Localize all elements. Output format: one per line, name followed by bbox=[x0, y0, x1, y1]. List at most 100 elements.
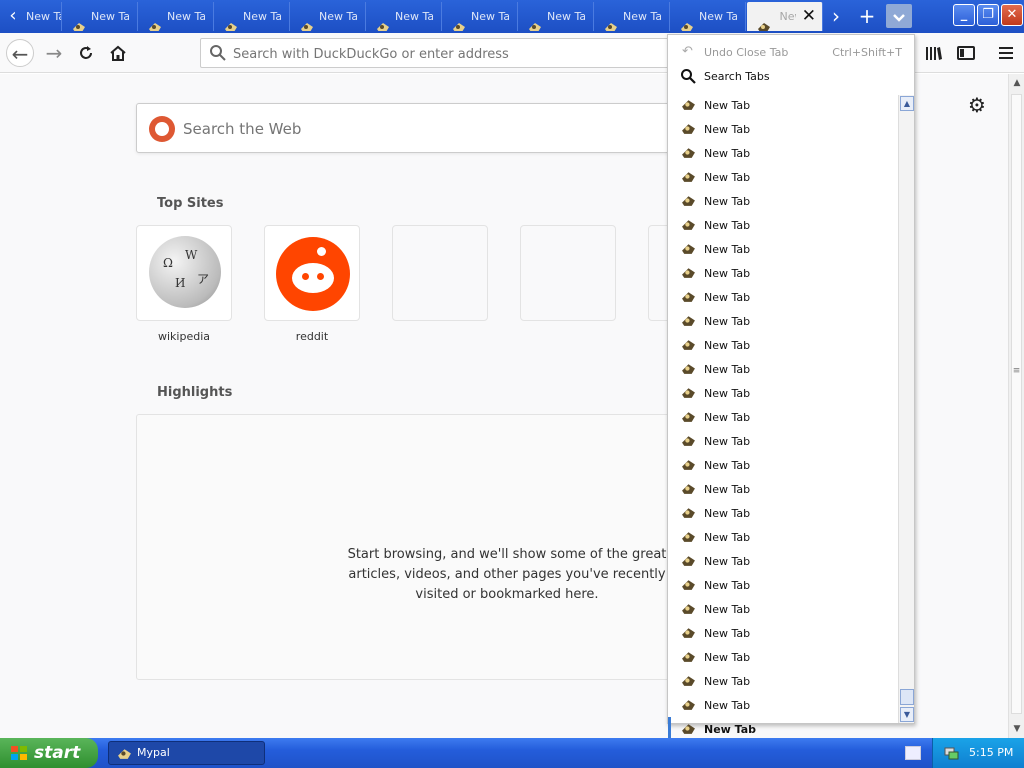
tab-list-item-label: New Tab bbox=[704, 507, 751, 520]
close-tab-icon[interactable]: ✕ bbox=[802, 2, 816, 31]
undo-close-tab-item[interactable]: ↶ Undo Close Tab Ctrl+Shift+T bbox=[668, 41, 914, 65]
tab-list-item[interactable]: New Tab bbox=[668, 693, 898, 717]
taskbar-item-label: Mypal bbox=[137, 746, 170, 759]
scroll-down-arrow-icon[interactable]: ▼ bbox=[900, 707, 914, 722]
tab-list-item[interactable]: New Tab bbox=[668, 525, 898, 549]
all-tabs-button[interactable] bbox=[886, 4, 912, 28]
tab-list-item[interactable]: New Tab bbox=[668, 141, 898, 165]
scroll-up-arrow-icon[interactable]: ▲ bbox=[1010, 76, 1024, 90]
tab-list-item[interactable]: New Tab bbox=[668, 165, 898, 189]
mypal-favicon-icon bbox=[682, 244, 695, 254]
tab-list-item[interactable]: New Tab bbox=[668, 237, 898, 261]
scroll-up-arrow-icon[interactable]: ▲ bbox=[900, 96, 914, 111]
address-input[interactable] bbox=[233, 44, 673, 64]
taskbar-item-mypal[interactable]: Mypal bbox=[108, 741, 265, 765]
tab[interactable]: New Tab bbox=[366, 2, 442, 31]
tab[interactable]: New Tab bbox=[214, 2, 290, 31]
tab[interactable]: New Tab bbox=[62, 2, 138, 31]
mypal-favicon-icon bbox=[682, 364, 695, 374]
network-icon[interactable] bbox=[943, 745, 959, 761]
active-tab[interactable]: New Tab ✕ bbox=[747, 2, 823, 31]
highlights-empty-message: Start browsing, and we'll show some of t… bbox=[347, 547, 667, 602]
tab-label: New Tab bbox=[243, 10, 281, 23]
page-scrollbar[interactable]: ▲ ≡ ▼ bbox=[1008, 74, 1024, 738]
mypal-favicon-icon bbox=[377, 23, 389, 31]
scroll-down-arrow-icon[interactable]: ▼ bbox=[1010, 722, 1024, 736]
tab-list-item[interactable]: New Tab bbox=[668, 573, 898, 597]
tab-list-item[interactable]: New Tab bbox=[668, 501, 898, 525]
tab[interactable]: New Tab bbox=[138, 2, 214, 31]
menu-button[interactable] bbox=[992, 39, 1020, 67]
gear-icon[interactable]: ⚙ bbox=[966, 94, 988, 116]
tab-list-item-label: New Tab bbox=[704, 531, 751, 544]
library-button[interactable] bbox=[920, 39, 948, 67]
tab-list-item[interactable]: New Tab bbox=[668, 117, 898, 141]
tab[interactable]: New Tab bbox=[0, 2, 62, 31]
mypal-favicon-icon bbox=[682, 220, 695, 230]
tab-list-item[interactable]: New Tab bbox=[668, 213, 898, 237]
tab-list-item[interactable]: New Tab bbox=[668, 645, 898, 669]
top-site-wikipedia[interactable]: ΩWИア bbox=[136, 225, 232, 321]
scrollbar-thumb[interactable] bbox=[900, 689, 914, 705]
sidebar-button[interactable] bbox=[952, 39, 980, 67]
back-button[interactable]: ← bbox=[6, 39, 34, 67]
top-site-reddit[interactable] bbox=[264, 225, 360, 321]
tab-list-item[interactable]: New Tab bbox=[668, 669, 898, 693]
tab-list-item-label: New Tab bbox=[704, 315, 751, 328]
mypal-favicon-icon bbox=[682, 292, 695, 302]
tab[interactable]: New Tab bbox=[442, 2, 518, 31]
tab[interactable]: New Tab bbox=[290, 2, 366, 31]
tab-list-item[interactable]: New Tab bbox=[668, 261, 898, 285]
tab-list-item-label: New Tab bbox=[704, 675, 751, 688]
tab-list-item[interactable]: New Tab bbox=[668, 621, 898, 645]
start-button[interactable]: start bbox=[0, 738, 98, 768]
tab-list-item[interactable]: New Tab bbox=[668, 357, 898, 381]
chevron-right-icon[interactable]: › bbox=[826, 4, 846, 28]
menu-scrollbar[interactable]: ▲ ▼ bbox=[898, 95, 914, 723]
undo-close-tab-label: Undo Close Tab bbox=[704, 46, 789, 59]
tab[interactable]: New Tab bbox=[594, 2, 670, 31]
tab[interactable]: New Tab bbox=[518, 2, 594, 31]
tab-list-item[interactable]: New Tab bbox=[668, 309, 898, 333]
window-close-button[interactable]: ✕ bbox=[1001, 4, 1023, 26]
address-bar[interactable] bbox=[200, 38, 680, 68]
clock[interactable]: 5:15 PM bbox=[969, 746, 1013, 759]
tab-list-item[interactable]: New Tab bbox=[668, 429, 898, 453]
all-tabs-menu: ↶ Undo Close Tab Ctrl+Shift+T Search Tab… bbox=[667, 34, 915, 741]
tab-list-item[interactable]: New Tab bbox=[668, 333, 898, 357]
scrollbar-thumb[interactable] bbox=[1011, 94, 1022, 714]
start-label: start bbox=[34, 743, 81, 763]
tab-list-item-label: New Tab bbox=[704, 603, 751, 616]
tab-label: New Tab bbox=[26, 10, 61, 23]
forward-button[interactable]: → bbox=[40, 39, 68, 67]
hamburger-menu-icon bbox=[999, 47, 1013, 59]
web-search-input[interactable] bbox=[183, 119, 663, 139]
home-button[interactable] bbox=[104, 39, 132, 67]
tab-list-item[interactable]: New Tab bbox=[668, 549, 898, 573]
tab-list-item[interactable]: New Tab bbox=[668, 381, 898, 405]
scrollbar-grip-icon: ≡ bbox=[1012, 366, 1021, 376]
tab-list-item[interactable]: New Tab bbox=[668, 93, 898, 117]
tab-list-item[interactable]: New Tab bbox=[668, 477, 898, 501]
search-tabs-item[interactable]: Search Tabs bbox=[668, 65, 914, 89]
reload-button[interactable] bbox=[72, 39, 100, 67]
highlights-title: Highlights bbox=[157, 385, 233, 400]
tab[interactable]: New Tab bbox=[670, 2, 746, 31]
minimize-button[interactable]: _ bbox=[953, 4, 975, 26]
mypal-favicon-icon bbox=[682, 580, 695, 590]
web-search-box[interactable] bbox=[136, 103, 696, 153]
screen: ‹ New Tab New TabNew TabNew TabNew TabNe… bbox=[0, 0, 1024, 768]
restore-button[interactable]: ❐ bbox=[977, 4, 999, 26]
tab-list-item[interactable]: New Tab bbox=[668, 453, 898, 477]
tab-list-item[interactable]: New Tab bbox=[668, 189, 898, 213]
tab-label: New Tab bbox=[471, 10, 509, 23]
tab-list-item[interactable]: New Tab bbox=[668, 405, 898, 429]
tab-list-item[interactable]: New Tab bbox=[668, 597, 898, 621]
keyboard-icon[interactable] bbox=[905, 746, 921, 760]
tab-list-item-label: New Tab bbox=[704, 243, 751, 256]
mypal-favicon-icon bbox=[149, 23, 161, 31]
tab-list-item[interactable]: New Tab bbox=[668, 285, 898, 309]
mypal-favicon-icon bbox=[682, 724, 695, 734]
new-tab-button[interactable]: + bbox=[854, 4, 880, 28]
search-icon bbox=[210, 45, 226, 61]
